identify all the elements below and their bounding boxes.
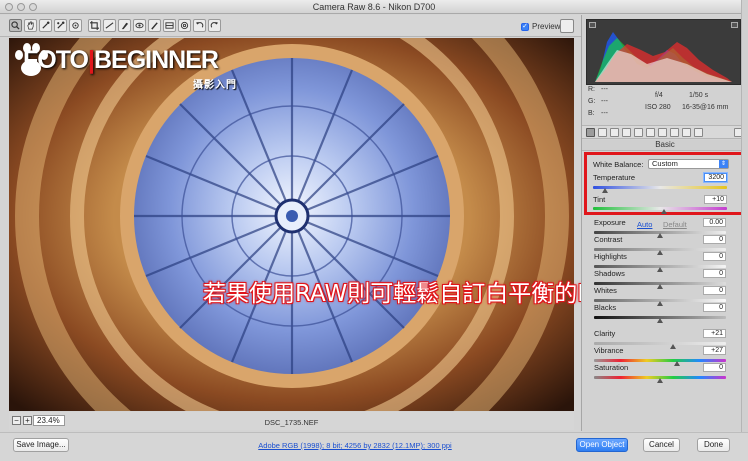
fullscreen-button[interactable]: [560, 19, 574, 33]
rotate-right-icon[interactable]: [208, 19, 221, 32]
whites-input[interactable]: 0: [703, 286, 726, 295]
spot-removal-icon[interactable]: [118, 19, 131, 32]
tint-label: Tint: [593, 195, 606, 204]
histogram: [586, 19, 741, 85]
straighten-tool-icon[interactable]: [103, 19, 116, 32]
hsl-tab-icon[interactable]: [622, 128, 631, 137]
crop-tool-icon[interactable]: [88, 19, 101, 32]
tone-curve-tab-icon[interactable]: [598, 128, 607, 137]
tint-slider-thumb[interactable]: [661, 209, 668, 214]
white-balance-highlight-box: White Balance: Custom ⇕ Temperature 3200…: [584, 152, 746, 215]
zoom-bar: − + 23.4% DSC_1735.NEF: [9, 412, 574, 430]
auto-link[interactable]: Auto: [637, 220, 652, 229]
lens-value: 16-35@16 mm: [682, 104, 729, 111]
shutter-value: 1/50 s: [689, 92, 709, 99]
vibrance-slider-thumb[interactable]: [674, 361, 681, 366]
chevron-down-icon: ⇕: [719, 160, 728, 168]
saturation-input[interactable]: 0: [703, 363, 726, 372]
vibrance-slider[interactable]: [594, 359, 726, 362]
snapshots-tab-icon[interactable]: [694, 128, 703, 137]
histogram-graph: [595, 32, 732, 82]
basic-tab-icon[interactable]: [586, 128, 595, 137]
vibrance-input[interactable]: +27: [703, 346, 726, 355]
white-balance-select[interactable]: Custom ⇕: [648, 159, 729, 169]
preview-toggle[interactable]: ✓ Preview: [521, 22, 560, 31]
contrast-input[interactable]: 0: [703, 235, 726, 244]
saturation-slider-thumb[interactable]: [657, 378, 663, 383]
cancel-button[interactable]: Cancel: [643, 438, 680, 452]
aperture-value: f/4: [655, 92, 663, 99]
temperature-slider[interactable]: [593, 186, 727, 189]
tint-slider[interactable]: [593, 207, 727, 210]
highlights-slider-thumb[interactable]: [657, 267, 663, 272]
adjustment-panel: R: --- G: --- B: --- f/4 1/50 s ISO 280 …: [581, 15, 748, 431]
rgb-readout: R: --- G: --- B: --- f/4 1/50 s ISO 280 …: [588, 86, 729, 117]
clarity-input[interactable]: +21: [703, 329, 726, 338]
adjustment-brush-icon[interactable]: [148, 19, 161, 32]
exposure-label: Exposure: [594, 218, 626, 227]
hand-tool-icon[interactable]: [24, 19, 37, 32]
window-title: Camera Raw 8.6 - Nikon D700: [312, 2, 436, 12]
annotation-caption: 若果使用RAW則可輕鬆自訂白平衡的K數: [203, 281, 616, 307]
clarity-label: Clarity: [594, 329, 616, 338]
shadows-label: Shadows: [594, 269, 625, 278]
iso-value: ISO 280: [645, 104, 671, 111]
preview-checkbox[interactable]: ✓: [521, 22, 529, 31]
panel-tabs: [582, 125, 748, 139]
default-link[interactable]: Default: [663, 220, 687, 229]
white-balance-label: White Balance:: [593, 160, 644, 169]
split-toning-tab-icon[interactable]: [634, 128, 643, 137]
radial-filter-icon[interactable]: [178, 19, 191, 32]
logo-subtitle: 攝影入門: [193, 80, 237, 91]
preview-label: Preview: [532, 22, 561, 31]
dome-photo: [9, 38, 574, 411]
highlights-input[interactable]: 0: [703, 252, 726, 261]
shadows-input[interactable]: 0: [703, 269, 726, 278]
color-sampler-icon[interactable]: [54, 19, 67, 32]
shadows-slider-thumb[interactable]: [657, 284, 663, 289]
save-image-button[interactable]: Save Image...: [13, 438, 69, 452]
graduated-filter-icon[interactable]: [163, 19, 176, 32]
clarity-slider[interactable]: [594, 342, 726, 345]
blacks-slider-thumb[interactable]: [657, 318, 663, 323]
effects-tab-icon[interactable]: [658, 128, 667, 137]
temperature-input[interactable]: 3200: [704, 173, 727, 182]
bottom-bar: Save Image... Adobe RGB (1998); 8 bit; 4…: [0, 432, 748, 461]
window-edge: [741, 0, 748, 461]
title-bar: Camera Raw 8.6 - Nikon D700: [0, 0, 748, 14]
red-eye-icon[interactable]: [133, 19, 146, 32]
temperature-slider-thumb[interactable]: [602, 188, 609, 193]
whites-slider-thumb[interactable]: [657, 301, 663, 306]
tint-input[interactable]: +10: [704, 195, 727, 204]
blacks-input[interactable]: 0: [703, 303, 726, 312]
camera-calibration-tab-icon[interactable]: [670, 128, 679, 137]
white-balance-eyedropper-icon[interactable]: [39, 19, 52, 32]
file-name: DSC_1735.NEF: [264, 418, 319, 427]
whites-label: Whites: [594, 286, 617, 295]
contrast-slider-thumb[interactable]: [657, 250, 663, 255]
saturation-label: Saturation: [594, 363, 629, 372]
open-object-button[interactable]: Open Object: [576, 438, 628, 452]
clarity-slider-thumb[interactable]: [670, 344, 677, 349]
workflow-options-link[interactable]: Adobe RGB (1998); 8 bit; 4256 by 2832 (1…: [240, 441, 470, 450]
lens-corrections-tab-icon[interactable]: [646, 128, 655, 137]
exposure-input[interactable]: 0.00: [703, 218, 726, 227]
paw-logo-icon: [15, 43, 48, 76]
presets-tab-icon[interactable]: [682, 128, 691, 137]
basic-section-title: Basic: [582, 140, 748, 151]
detail-tab-icon[interactable]: [610, 128, 619, 137]
contrast-label: Contrast: [594, 235, 623, 244]
highlights-label: Highlights: [594, 252, 627, 261]
targeted-adjustment-icon[interactable]: [69, 19, 82, 32]
exposure-slider-thumb[interactable]: [657, 233, 663, 238]
vibrance-label: Vibrance: [594, 346, 624, 355]
blacks-label: Blacks: [594, 303, 617, 312]
done-button[interactable]: Done: [697, 438, 730, 452]
temperature-label: Temperature: [593, 173, 636, 182]
zoom-tool-icon[interactable]: [9, 19, 22, 32]
image-preview[interactable]: FOTO|BEGINNER 攝影入門: [9, 38, 574, 411]
rotate-left-icon[interactable]: [193, 19, 206, 32]
